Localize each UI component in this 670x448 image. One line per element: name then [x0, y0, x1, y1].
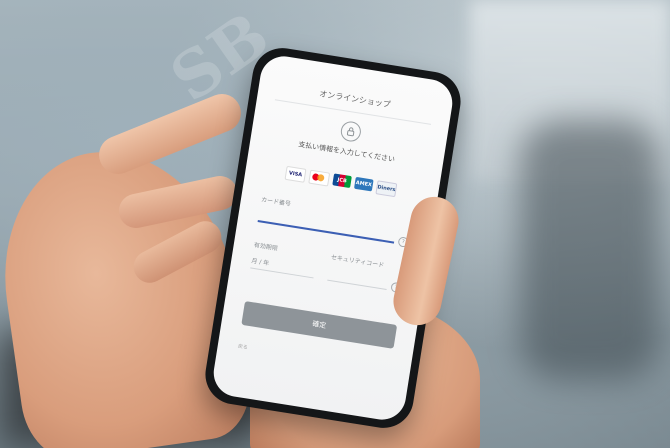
photo-scene: オンラインショップ 支払い情報を入力してください VISA JCB AMEX D…	[0, 0, 670, 448]
expiry-input[interactable]	[250, 267, 314, 279]
card-brand-logos: VISA JCB AMEX Diners	[284, 165, 398, 198]
security-code-label: セキュリティコード	[330, 253, 385, 270]
submit-button[interactable]: 確定	[241, 301, 398, 349]
back-link[interactable]: 戻る	[237, 343, 248, 350]
security-code-input[interactable]	[327, 279, 387, 291]
expiry-label: 有効期限	[253, 241, 279, 253]
lock-icon	[339, 120, 363, 143]
card-number-label: カード番号	[260, 196, 292, 208]
card-number-input[interactable]	[257, 220, 395, 244]
background-chair	[520, 120, 660, 380]
mastercard-logo	[308, 169, 331, 187]
expiry-placeholder: 月 / 年	[250, 257, 270, 268]
shop-title: オンラインショップ	[318, 89, 392, 110]
diners-logo: Diners	[375, 180, 398, 198]
visa-logo: VISA	[284, 165, 307, 183]
amex-logo: AMEX	[353, 176, 374, 192]
jcb-logo: JCB	[332, 173, 352, 189]
